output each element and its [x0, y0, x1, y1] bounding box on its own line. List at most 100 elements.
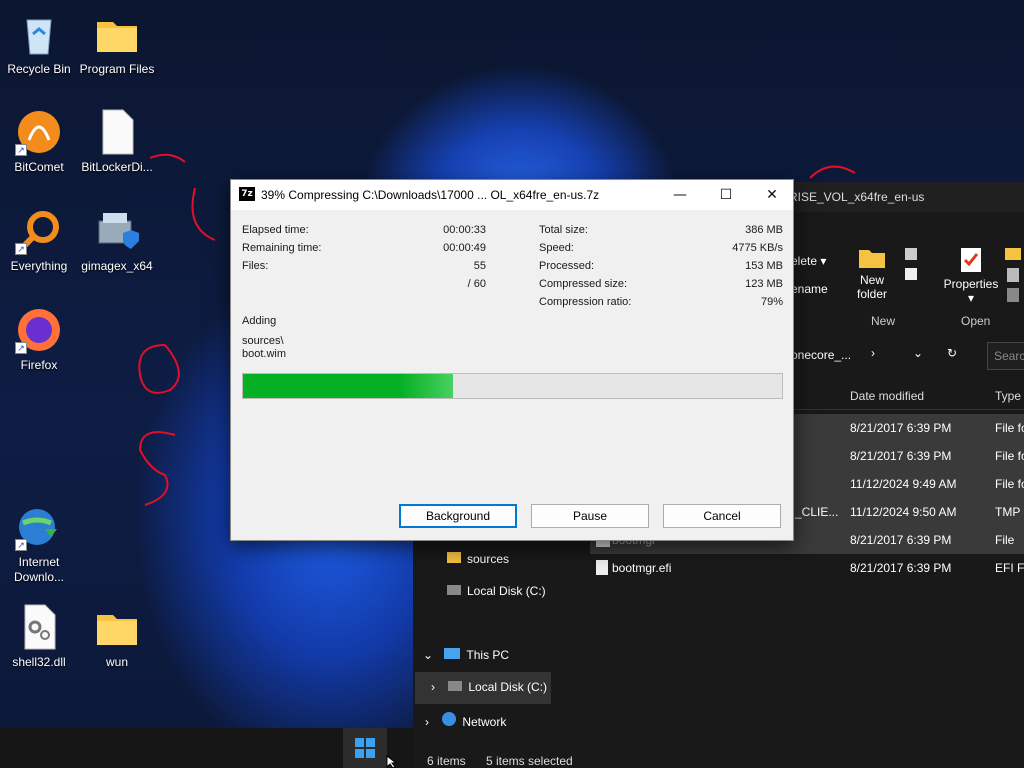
nav-item-this-pc[interactable]: ⌄ This PC — [423, 648, 509, 662]
computer-icon — [444, 648, 461, 659]
desktop-icon-label: shell32.dll — [12, 655, 66, 669]
nav-item-local-disk[interactable]: Local Disk (C:) — [447, 584, 546, 598]
nav-item-sources[interactable]: sources — [447, 552, 509, 566]
desktop-icon-internet-download[interactable]: ↗ Internet Downlo... — [1, 503, 77, 585]
windows-logo-icon — [355, 738, 375, 758]
desktop-icon-bitlocker[interactable]: BitLockerDi... — [79, 108, 155, 175]
refresh-icon[interactable]: ↻ — [947, 346, 957, 360]
desktop-icon-recycle-bin[interactable]: Recycle Bin — [1, 10, 77, 77]
maximize-button[interactable]: ☐ — [703, 180, 749, 210]
column-type[interactable]: Type — [995, 389, 1021, 403]
desktop-icon-label: Recycle Bin — [7, 62, 71, 76]
files-value: 55 — [473, 260, 486, 272]
dll-gear-icon — [15, 603, 63, 651]
files-label: Files: — [242, 260, 269, 272]
files-total-value: / 60 — [467, 278, 486, 290]
properties-button[interactable]: Properties ▾ — [941, 246, 1001, 305]
shortcut-arrow-icon: ↗ — [15, 243, 27, 255]
desktop-icon-shell32[interactable]: shell32.dll — [1, 603, 77, 670]
ribbon-group-open: Open — [961, 314, 991, 328]
remaining-time-label: Remaining time: — [242, 242, 322, 254]
new-item-icon[interactable] — [903, 246, 927, 289]
setup-shield-icon — [93, 207, 141, 255]
drive-icon — [447, 585, 461, 595]
explorer-ribbon: elete ▾ ename New folder New Properties … — [791, 218, 1024, 328]
chevron-right-icon: › — [871, 346, 875, 360]
nav-item-network[interactable]: › Network — [425, 712, 506, 729]
desktop-icon-label: BitLockerDi... — [81, 160, 153, 174]
remaining-time-value: 00:00:49 — [443, 242, 486, 254]
item-count: 6 items — [427, 754, 466, 768]
compressed-size-label: Compressed size: — [539, 278, 628, 290]
current-path: sources\ — [242, 335, 284, 347]
close-button[interactable]: ✕ — [749, 180, 795, 210]
operation-status: Adding — [242, 315, 277, 327]
compression-progress-dialog[interactable]: 7z 39% Compressing C:\Downloads\17000 ..… — [230, 179, 794, 541]
total-size-value: 386 MB — [745, 224, 783, 236]
compression-ratio-value: 79% — [760, 296, 783, 308]
mouse-pointer-icon — [386, 755, 398, 768]
desktop-icon-label: Everything — [10, 259, 68, 273]
open-options-icon[interactable] — [1003, 246, 1024, 309]
nav-item-local-disk-selected[interactable]: › Local Disk (C:) — [415, 672, 551, 704]
bitcomet-icon: ↗ — [15, 108, 63, 156]
progress-bar — [242, 373, 783, 399]
delete-button[interactable]: elete ▾ — [791, 254, 826, 268]
desktop-icon-program-files[interactable]: Program Files — [79, 10, 155, 77]
new-folder-icon — [859, 250, 885, 268]
desktop-icon-label: gimagex_x64 — [81, 259, 153, 273]
table-row[interactable]: bootmgr.efi 8/21/2017 6:39 PM EFI Fil — [590, 554, 1024, 582]
7zip-app-icon: 7z — [239, 187, 255, 201]
file-icon — [93, 108, 141, 156]
magnifier-icon: ↗ — [15, 207, 63, 255]
progress-bar-fill — [243, 374, 454, 398]
dialog-title: 39% Compressing C:\Downloads\17000 ... O… — [261, 188, 600, 202]
desktop-icon-label: Internet Downlo... — [13, 555, 65, 584]
desktop-icon-firefox[interactable]: ↗ Firefox — [1, 306, 77, 373]
chevron-right-icon[interactable]: › — [425, 715, 429, 729]
total-size-label: Total size: — [539, 224, 588, 236]
desktop-icon-gimagex[interactable]: gimagex_x64 — [79, 207, 155, 274]
chevron-down-icon[interactable]: ⌄ — [913, 346, 923, 360]
selected-count: 5 items selected — [486, 754, 573, 768]
speed-label: Speed: — [539, 242, 574, 254]
shortcut-arrow-icon: ↗ — [15, 539, 27, 551]
folder-icon — [93, 603, 141, 651]
desktop-icon-wun[interactable]: wun — [79, 603, 155, 670]
shortcut-arrow-icon: ↗ — [15, 342, 27, 354]
chevron-down-icon[interactable]: ⌄ — [423, 648, 433, 662]
dialog-titlebar[interactable]: 7z 39% Compressing C:\Downloads\17000 ..… — [231, 180, 793, 210]
background-button[interactable]: Background — [399, 504, 517, 528]
processed-label: Processed: — [539, 260, 595, 272]
breadcrumb: onecore_... — [791, 348, 852, 362]
network-icon — [442, 712, 457, 726]
chevron-right-icon[interactable]: › — [431, 680, 435, 694]
desktop-icon-everything[interactable]: ↗ Everything — [1, 207, 77, 274]
compressed-size-value: 123 MB — [745, 278, 783, 290]
rename-button[interactable]: ename — [791, 282, 828, 296]
desktop-icon-bitcomet[interactable]: ↗ BitComet — [1, 108, 77, 175]
minimize-button[interactable]: — — [657, 180, 703, 210]
start-button[interactable] — [343, 728, 387, 768]
navigation-pane: sources Local Disk (C:) ⌄ This PC › Loca… — [413, 540, 561, 730]
compression-ratio-label: Compression ratio: — [539, 296, 632, 308]
desktop-icon-label: BitComet — [14, 160, 64, 174]
new-folder-button[interactable]: New folder — [847, 246, 897, 301]
pause-button[interactable]: Pause — [531, 504, 649, 528]
speed-value: 4775 KB/s — [732, 242, 783, 254]
drive-icon — [448, 681, 463, 691]
properties-icon — [961, 248, 981, 272]
globe-download-icon: ↗ — [15, 503, 63, 551]
status-bar: 6 items 5 items selected — [413, 752, 1024, 768]
address-bar[interactable]: onecore_... › ⌄ ↻ Search — [791, 342, 1024, 370]
search-input[interactable]: Search — [987, 342, 1024, 370]
desktop-icon-label: Firefox — [20, 358, 58, 372]
ribbon-group-new: New — [871, 314, 896, 328]
column-date-modified[interactable]: Date modified — [850, 389, 924, 403]
cancel-button[interactable]: Cancel — [663, 504, 781, 528]
current-file: boot.wim — [242, 348, 287, 360]
folder-icon — [93, 10, 141, 58]
shortcut-arrow-icon: ↗ — [15, 144, 27, 156]
elapsed-time-label: Elapsed time: — [242, 224, 309, 236]
elapsed-time-value: 00:00:33 — [443, 224, 486, 236]
